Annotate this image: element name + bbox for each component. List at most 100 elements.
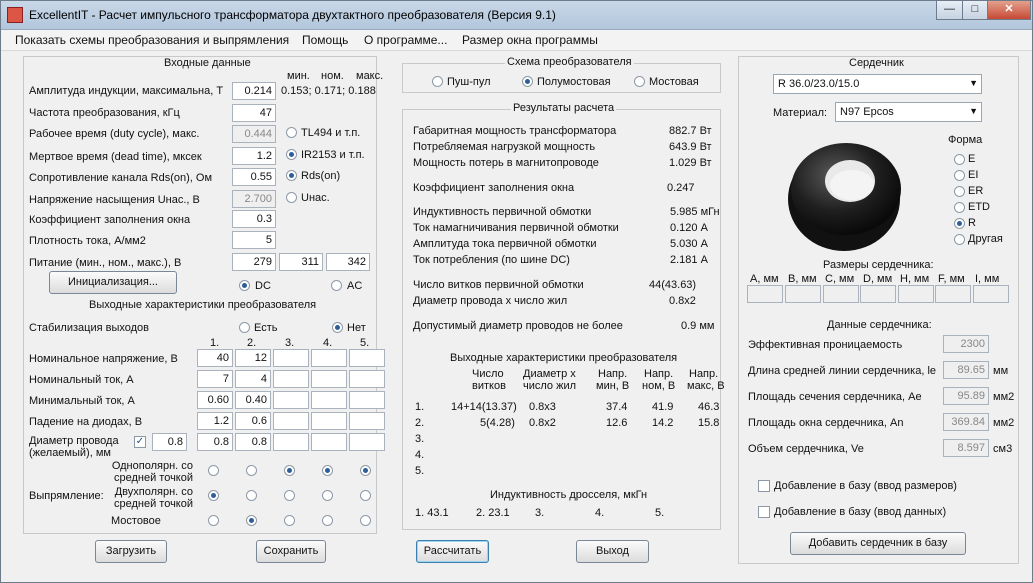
out-wire-3[interactable] [273,433,309,451]
rect-bipolar-radio-1[interactable] [208,490,219,501]
dim-h-input[interactable] [898,285,934,303]
stab-no-radio[interactable] [332,322,343,333]
out-min-current-2[interactable]: 0.40 [235,391,271,409]
supply-max-input[interactable]: 342 [326,253,370,271]
out-voltage-4[interactable] [311,349,347,367]
rect-bridge-radio-2[interactable] [246,515,257,526]
core-select[interactable]: R 36.0/23.0/15.0 ▼ [773,74,982,94]
dc-radio[interactable] [239,280,250,291]
menu-about[interactable]: О программе... [364,33,447,47]
rect-bridge-radio-5[interactable] [360,515,371,526]
out-min-current-3[interactable] [273,391,309,409]
rect-bipolar-radio-2[interactable] [246,490,257,501]
minimize-button[interactable]: — [936,1,963,20]
usat-radio[interactable] [286,192,297,203]
stab-yes-radio[interactable] [239,322,250,333]
out-wire-2[interactable]: 0.8 [235,433,271,451]
out-min-current-1[interactable]: 0.60 [197,391,233,409]
dim-d-input[interactable] [860,285,896,303]
form-r-radio[interactable] [954,218,965,229]
window-fill-input[interactable]: 0.3 [232,210,276,228]
out-diode-1[interactable]: 1.2 [197,412,233,430]
rect-bridge-radio-1[interactable] [208,515,219,526]
usat-input[interactable]: 2.700 [232,190,276,208]
current-density-input[interactable]: 5 [232,231,276,249]
core-ve-value[interactable]: 8.597 [943,439,989,457]
scheme-halfbridge-radio[interactable] [522,76,533,87]
close-button[interactable]: ✕ [987,1,1031,20]
dim-b-input[interactable] [785,285,821,303]
ac-radio[interactable] [331,280,342,291]
rect-single-radio-4[interactable] [322,465,333,476]
form-etd-radio[interactable] [954,202,965,213]
desired-wire-checkbox[interactable]: ✓ [134,436,146,448]
out-current-1[interactable]: 7 [197,370,233,388]
form-other-radio[interactable] [954,234,965,245]
rect-single-radio-2[interactable] [246,465,257,476]
out-diode-5[interactable] [349,412,385,430]
supply-min-input[interactable]: 279 [232,253,276,271]
core-le-value[interactable]: 89.65 [943,361,989,379]
maximize-button[interactable]: □ [962,1,988,20]
rds-radio[interactable] [286,170,297,181]
out-voltage-5[interactable] [349,349,385,367]
add-data-checkbox[interactable] [758,506,770,518]
form-er-radio[interactable] [954,186,965,197]
out-current-3[interactable] [273,370,309,388]
material-select[interactable]: N97 Epcos ▼ [835,102,982,122]
core-an-value[interactable]: 369.84 [943,413,989,431]
deadtime-input[interactable]: 1.2 [232,147,276,165]
rect-bridge-radio-3[interactable] [284,515,295,526]
rect-single-radio-3[interactable] [284,465,295,476]
scheme-pushpull-radio[interactable] [432,76,443,87]
menu-show-schemes[interactable]: Показать схемы преобразования и выпрямле… [15,33,289,47]
out-voltage-2[interactable]: 12 [235,349,271,367]
form-ei-radio[interactable] [954,170,965,181]
rect-bipolar-radio-5[interactable] [360,490,371,501]
out-min-current-4[interactable] [311,391,347,409]
out-diode-4[interactable] [311,412,347,430]
out-current-5[interactable] [349,370,385,388]
exit-button[interactable]: Выход [576,540,649,563]
scheme-title: Схема преобразователя [505,56,634,68]
supply-nom-input[interactable]: 311 [279,253,323,271]
rect-bipolar-radio-4[interactable] [322,490,333,501]
out-wire-5[interactable] [349,433,385,451]
out-wire-1[interactable]: 0.8 [197,433,233,451]
induction-input[interactable]: 0.214 [232,82,276,100]
ir2153-radio[interactable] [286,149,297,160]
out-wire-4[interactable] [311,433,347,451]
desired-wire-input[interactable]: 0.8 [152,433,187,451]
load-button[interactable]: Загрузить [95,540,167,563]
scheme-bridge-radio[interactable] [634,76,645,87]
frequency-input[interactable]: 47 [232,104,276,122]
save-button[interactable]: Сохранить [256,540,326,563]
out-diode-3[interactable] [273,412,309,430]
form-e-radio[interactable] [954,154,965,165]
dim-c-input[interactable] [823,285,859,303]
out-min-current-5[interactable] [349,391,385,409]
add-dims-checkbox[interactable] [758,480,770,492]
tl494-radio[interactable] [286,127,297,138]
core-mu-value[interactable]: 2300 [943,335,989,353]
out-current-4[interactable] [311,370,347,388]
add-core-button[interactable]: Добавить сердечник в базу [790,532,966,555]
calculate-button[interactable]: Рассчитать [416,540,489,563]
dim-a-input[interactable] [747,285,783,303]
core-ae-value[interactable]: 95.89 [943,387,989,405]
init-button[interactable]: Инициализация... [49,271,177,294]
dim-i-input[interactable] [973,285,1009,303]
duty-input[interactable]: 0.444 [232,125,276,143]
out-current-2[interactable]: 4 [235,370,271,388]
out-voltage-3[interactable] [273,349,309,367]
menu-help[interactable]: Помощь [302,33,348,47]
dim-f-input[interactable] [935,285,971,303]
rect-single-radio-1[interactable] [208,465,219,476]
rect-bipolar-radio-3[interactable] [284,490,295,501]
rect-bridge-radio-4[interactable] [322,515,333,526]
out-voltage-1[interactable]: 40 [197,349,233,367]
out-diode-2[interactable]: 0.6 [235,412,271,430]
menu-window-size[interactable]: Размер окна программы [462,33,598,47]
rect-single-radio-5[interactable] [360,465,371,476]
rds-input[interactable]: 0.55 [232,168,276,186]
